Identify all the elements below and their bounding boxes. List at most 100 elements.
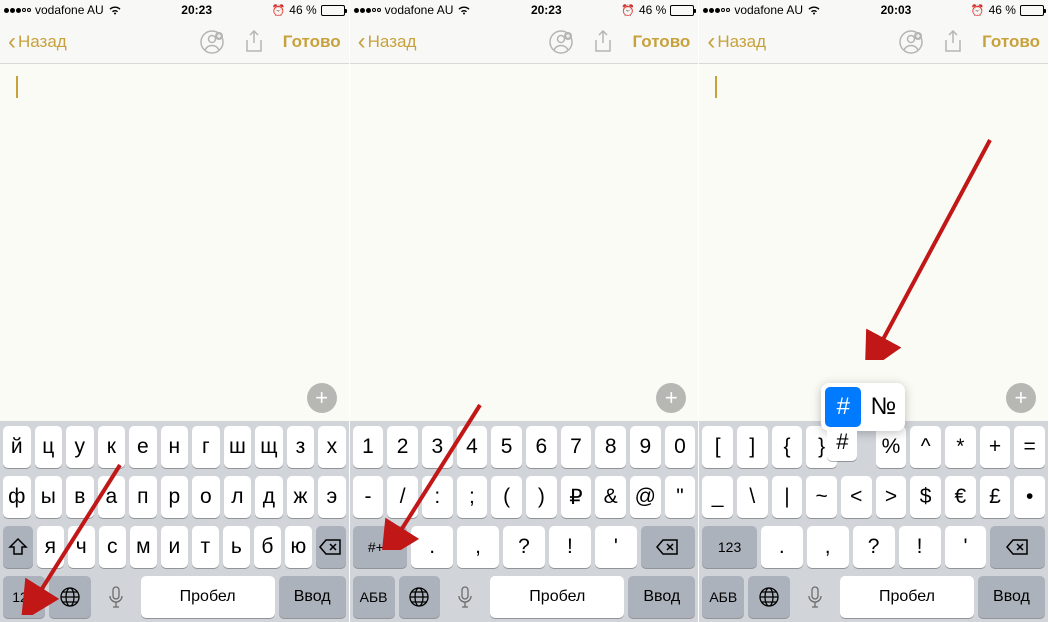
back-button[interactable]: ‹ Назад (707, 30, 766, 54)
share-icon[interactable] (940, 29, 966, 55)
key-symbol[interactable]: £ (980, 476, 1011, 518)
key-letter[interactable]: э (318, 476, 346, 518)
popup-option-selected[interactable]: # (825, 387, 861, 427)
key-symbol[interactable]: = (1014, 426, 1045, 468)
key-number[interactable]: 5 (491, 426, 522, 468)
key-letter[interactable]: й (3, 426, 31, 468)
key-symbol[interactable]: . (411, 526, 453, 568)
popup-option-alt[interactable]: № (865, 387, 901, 427)
key-letter[interactable]: е (129, 426, 157, 468)
key-symbol[interactable]: | (772, 476, 803, 518)
key-letter[interactable]: г (192, 426, 220, 468)
key-symbol[interactable]: & (595, 476, 626, 518)
key-symbol[interactable]: % (876, 426, 907, 468)
key-symbol[interactable]: + (980, 426, 1011, 468)
key-symbol[interactable]: - (353, 476, 384, 518)
numbers-key[interactable]: 123 (3, 576, 45, 618)
key-symbol[interactable]: ' (595, 526, 637, 568)
add-contact-icon[interactable] (199, 29, 225, 55)
backspace-key[interactable] (641, 526, 696, 568)
key-letter[interactable]: с (99, 526, 126, 568)
key-symbol[interactable]: . (761, 526, 803, 568)
enter-key[interactable]: Ввод (279, 576, 346, 618)
mic-key[interactable] (794, 576, 836, 618)
key-symbol[interactable]: ( (491, 476, 522, 518)
key-number[interactable]: 1 (353, 426, 384, 468)
key-symbol[interactable]: ~ (806, 476, 837, 518)
enter-key[interactable]: Ввод (628, 576, 695, 618)
backspace-key[interactable] (990, 526, 1045, 568)
space-key[interactable]: Пробел (840, 576, 974, 618)
key-letter[interactable]: н (161, 426, 189, 468)
key-symbol[interactable]: , (457, 526, 499, 568)
key-letter[interactable]: з (287, 426, 315, 468)
space-key[interactable]: Пробел (141, 576, 275, 618)
key-symbol[interactable]: • (1014, 476, 1045, 518)
enter-key[interactable]: Ввод (978, 576, 1045, 618)
key-symbol[interactable]: / (387, 476, 418, 518)
space-key[interactable]: Пробел (490, 576, 624, 618)
key-letter[interactable]: и (161, 526, 188, 568)
key-number[interactable]: 6 (526, 426, 557, 468)
key-letter[interactable]: у (66, 426, 94, 468)
key-number[interactable]: 2 (387, 426, 418, 468)
key-symbol[interactable]: ₽ (561, 476, 592, 518)
back-button[interactable]: ‹ Назад (358, 30, 417, 54)
key-symbol[interactable]: > (876, 476, 907, 518)
key-symbol[interactable]: , (807, 526, 849, 568)
key-letter[interactable]: р (161, 476, 189, 518)
key-number[interactable]: 7 (561, 426, 592, 468)
key-number[interactable]: 4 (457, 426, 488, 468)
key-number[interactable]: 0 (665, 426, 696, 468)
key-letter[interactable]: б (254, 526, 281, 568)
key-letter[interactable]: щ (255, 426, 283, 468)
key-symbol[interactable]: ! (549, 526, 591, 568)
key-letter[interactable]: т (192, 526, 219, 568)
key-letter[interactable]: ь (223, 526, 250, 568)
add-contact-icon[interactable] (898, 29, 924, 55)
mic-key[interactable] (444, 576, 486, 618)
backspace-key[interactable] (316, 526, 346, 568)
key-letter[interactable]: ц (35, 426, 63, 468)
key-symbol[interactable]: ] (737, 426, 768, 468)
add-contact-icon[interactable] (548, 29, 574, 55)
numbers-switch-key[interactable]: 123 (702, 526, 757, 568)
key-letter[interactable]: х (318, 426, 346, 468)
key-letter[interactable]: а (98, 476, 126, 518)
key-letter[interactable]: к (98, 426, 126, 468)
key-letter[interactable]: ш (224, 426, 252, 468)
note-editor[interactable]: + (350, 64, 699, 421)
key-letter[interactable]: ы (35, 476, 63, 518)
globe-key[interactable] (49, 576, 91, 618)
key-letter[interactable]: ф (3, 476, 31, 518)
key-symbol[interactable]: [ (702, 426, 733, 468)
add-attachment-button[interactable]: + (1006, 383, 1036, 413)
key-letter[interactable]: ч (68, 526, 95, 568)
key-letter[interactable]: л (224, 476, 252, 518)
key-letter[interactable]: ж (287, 476, 315, 518)
key-symbol[interactable]: ' (945, 526, 987, 568)
mic-key[interactable] (95, 576, 137, 618)
share-icon[interactable] (241, 29, 267, 55)
key-letter[interactable]: ю (285, 526, 312, 568)
key-symbol[interactable]: ^ (910, 426, 941, 468)
note-editor[interactable]: + # № # (699, 64, 1048, 421)
globe-key[interactable] (748, 576, 790, 618)
done-button[interactable]: Готово (982, 32, 1040, 52)
key-symbol[interactable]: " (665, 476, 696, 518)
shift-key[interactable] (3, 526, 33, 568)
add-attachment-button[interactable]: + (656, 383, 686, 413)
globe-key[interactable] (399, 576, 441, 618)
key-letter[interactable]: я (37, 526, 64, 568)
key-letter[interactable]: о (192, 476, 220, 518)
key-symbol[interactable]: € (945, 476, 976, 518)
key-symbol[interactable]: ! (899, 526, 941, 568)
note-editor[interactable]: + (0, 64, 349, 421)
key-symbol[interactable]: $ (910, 476, 941, 518)
key-symbol[interactable]: ; (457, 476, 488, 518)
key-number[interactable]: 8 (595, 426, 626, 468)
letters-key[interactable]: АБВ (702, 576, 744, 618)
key-letter[interactable]: п (129, 476, 157, 518)
key-symbol[interactable]: \ (737, 476, 768, 518)
share-icon[interactable] (590, 29, 616, 55)
